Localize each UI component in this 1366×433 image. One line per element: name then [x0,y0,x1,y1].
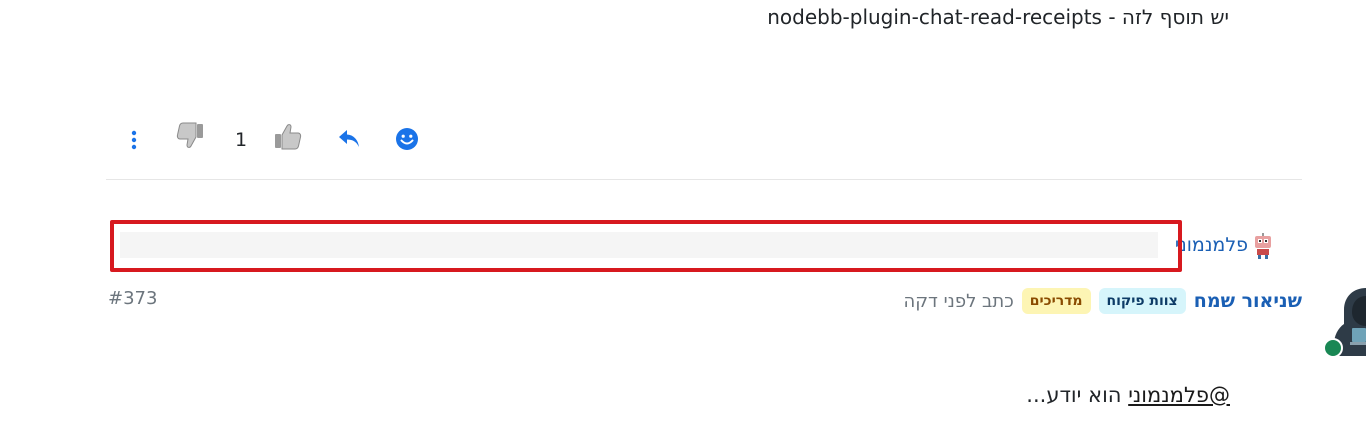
typing-user-name[interactable]: פלמנמוני [1175,230,1248,260]
thumbs-down-icon [176,122,203,148]
previous-post-text: יש תוסף לזה - nodebb-plugin-chat-read-re… [767,2,1229,32]
user-mention-link[interactable]: @פלמנמוני [1128,383,1230,407]
thumbs-up-icon [275,124,302,150]
staff-badge[interactable]: צוות פיקוח [1098,288,1186,314]
reply-button[interactable] [334,124,364,154]
reply-icon [339,130,359,147]
downvote-button[interactable] [172,118,208,154]
post-timestamp[interactable]: כתב לפני דקה [904,291,1014,312]
post-content: @פלמנמוני הוא יודע... [1026,383,1230,407]
online-status-indicator [1323,338,1343,358]
robot-avatar-icon [1255,233,1271,259]
add-reaction-button[interactable] [392,124,422,154]
vote-count: 1 [234,129,248,151]
previous-post-prefix: יש תוסף לזה - [1101,5,1229,29]
guides-badge[interactable]: מדריכים [1021,288,1091,314]
more-options-button[interactable] [122,124,146,156]
more-vertical-icon [131,130,137,150]
post-divider [106,179,1302,180]
plugin-name: nodebb-plugin-chat-read-receipts [767,5,1102,29]
post-meta: שניאור שמח צוות פיקוח מדריכים כתב לפני ד… [904,284,1302,318]
upvote-button[interactable] [270,118,306,154]
post-number[interactable]: #373 [108,288,157,309]
post-body-text: הוא יודע... [1026,383,1129,407]
smiley-icon [396,128,418,150]
typing-indicator: פלמנמוני [116,228,1280,264]
post-author[interactable]: שניאור שמח [1194,290,1302,312]
typing-placeholder [120,232,1158,258]
